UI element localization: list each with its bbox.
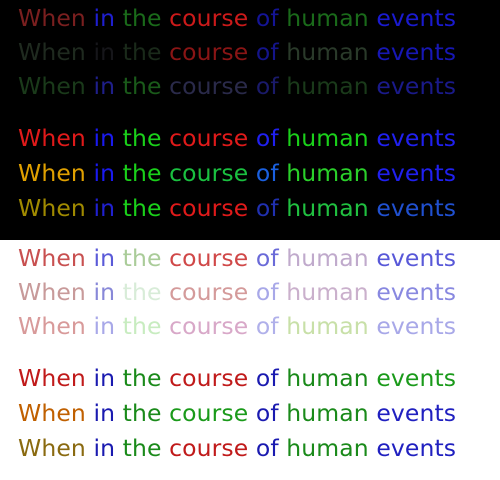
colored-word: in xyxy=(93,4,116,32)
colored-word: human xyxy=(286,278,369,306)
colored-word: course xyxy=(169,124,249,152)
colored-word: When xyxy=(18,38,86,66)
colored-word: human xyxy=(286,399,369,427)
colored-word: events xyxy=(376,364,457,392)
text-line: When in the course of human events xyxy=(18,274,456,310)
colored-word: human xyxy=(286,312,369,340)
colored-word: in xyxy=(93,72,116,100)
colored-word: course xyxy=(169,399,249,427)
colored-word: course xyxy=(169,72,249,100)
colored-word: of xyxy=(255,312,279,340)
colored-word: course xyxy=(169,194,249,222)
colored-word: human xyxy=(286,4,369,32)
colored-word: the xyxy=(122,399,162,427)
colored-word: course xyxy=(169,4,249,32)
colored-word: human xyxy=(286,124,369,152)
colored-word: the xyxy=(122,124,162,152)
colored-word: events xyxy=(376,124,457,152)
colored-word: the xyxy=(122,4,162,32)
colored-word: of xyxy=(255,38,279,66)
colored-word: When xyxy=(18,4,86,32)
colored-word: events xyxy=(376,72,457,100)
colored-word: When xyxy=(18,72,86,100)
light-panel: When in the course of human events When i… xyxy=(0,240,500,480)
colored-word: the xyxy=(122,364,162,392)
colored-word: in xyxy=(93,278,116,306)
text-line: When in the course of human events xyxy=(18,360,456,396)
text-line: When in the course of human events xyxy=(18,68,456,104)
colored-word: of xyxy=(255,124,279,152)
colored-word: When xyxy=(18,124,86,152)
colored-word: of xyxy=(255,159,279,187)
colored-word: human xyxy=(286,244,369,272)
colored-word: events xyxy=(376,244,457,272)
colored-word: When xyxy=(18,159,86,187)
colored-word: in xyxy=(93,159,116,187)
text-line: When in the course of human events xyxy=(18,430,456,466)
colored-word: the xyxy=(122,38,162,66)
colored-word: human xyxy=(286,194,369,222)
colored-word: events xyxy=(376,312,457,340)
text-line: When in the course of human events xyxy=(18,34,456,70)
colored-word: the xyxy=(122,159,162,187)
colored-word: human xyxy=(286,364,369,392)
colored-word: in xyxy=(93,364,116,392)
colored-word: human xyxy=(286,434,369,462)
text-line: When in the course of human events xyxy=(18,190,456,226)
colored-word: the xyxy=(122,194,162,222)
canvas: When in the course of human events When i… xyxy=(0,0,500,480)
text-line: When in the course of human events xyxy=(18,308,456,344)
text-line: When in the course of human events xyxy=(18,155,456,191)
colored-word: events xyxy=(376,4,457,32)
colored-word: When xyxy=(18,278,86,306)
colored-word: of xyxy=(255,278,279,306)
colored-word: human xyxy=(286,159,369,187)
colored-word: the xyxy=(122,434,162,462)
colored-word: events xyxy=(376,38,457,66)
colored-word: of xyxy=(255,399,279,427)
colored-word: course xyxy=(169,434,249,462)
colored-word: of xyxy=(255,244,279,272)
colored-word: When xyxy=(18,434,86,462)
colored-word: human xyxy=(286,72,369,100)
colored-word: events xyxy=(376,278,457,306)
colored-word: the xyxy=(122,244,162,272)
text-line: When in the course of human events xyxy=(18,120,456,156)
colored-word: in xyxy=(93,124,116,152)
colored-word: course xyxy=(169,159,249,187)
colored-word: in xyxy=(93,399,116,427)
colored-word: of xyxy=(255,434,279,462)
colored-word: events xyxy=(376,434,457,462)
colored-word: the xyxy=(122,72,162,100)
colored-word: the xyxy=(122,312,162,340)
colored-word: course xyxy=(169,38,249,66)
colored-word: of xyxy=(255,364,279,392)
text-line: When in the course of human events xyxy=(18,0,456,36)
text-line: When in the course of human events xyxy=(18,240,456,276)
colored-word: course xyxy=(169,278,249,306)
colored-word: course xyxy=(169,312,249,340)
colored-word: in xyxy=(93,38,116,66)
colored-word: When xyxy=(18,194,86,222)
colored-word: course xyxy=(169,244,249,272)
dark-panel: When in the course of human events When i… xyxy=(0,0,500,240)
colored-word: When xyxy=(18,399,86,427)
colored-word: of xyxy=(255,4,279,32)
colored-word: When xyxy=(18,244,86,272)
text-line: When in the course of human events xyxy=(18,395,456,431)
colored-word: events xyxy=(376,399,457,427)
colored-word: of xyxy=(255,194,279,222)
colored-word: course xyxy=(169,364,249,392)
colored-word: the xyxy=(122,278,162,306)
colored-word: human xyxy=(286,38,369,66)
colored-word: in xyxy=(93,434,116,462)
colored-word: When xyxy=(18,364,86,392)
colored-word: When xyxy=(18,312,86,340)
colored-word: events xyxy=(376,159,457,187)
colored-word: in xyxy=(93,244,116,272)
colored-word: events xyxy=(376,194,457,222)
colored-word: in xyxy=(93,312,116,340)
colored-word: in xyxy=(93,194,116,222)
colored-word: of xyxy=(255,72,279,100)
